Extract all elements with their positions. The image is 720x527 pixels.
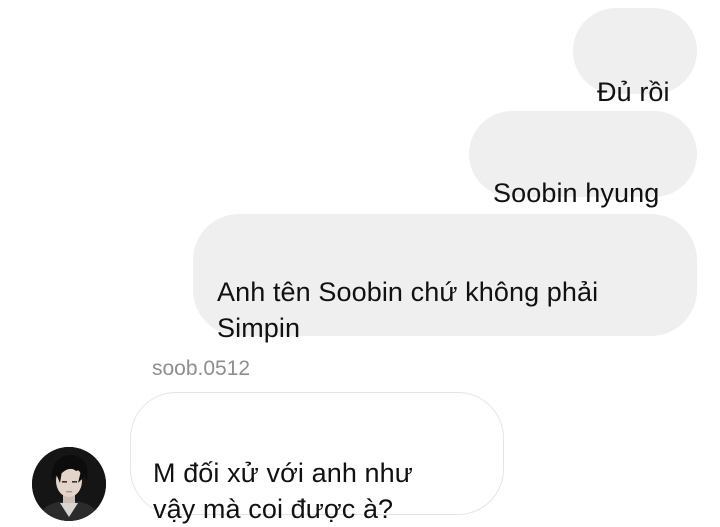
sent-message-bubble[interactable]: Đủ rồi	[573, 8, 697, 107]
sent-message-bubble[interactable]: Anh tên Soobin chứ không phải Simpin	[193, 214, 697, 343]
message-text: M đối xử với anh như vậy mà coi được à?	[153, 458, 413, 524]
sender-avatar[interactable]	[32, 447, 106, 521]
received-message-bubble[interactable]: M đối xử với anh như vậy mà coi được à?	[130, 392, 504, 524]
avatar-photo-icon	[32, 447, 106, 521]
sent-message-bubble[interactable]: Soobin hyung	[469, 111, 697, 208]
message-text: Đủ rồi	[597, 77, 670, 107]
message-text: Soobin hyung	[493, 178, 660, 208]
message-text: Anh tên Soobin chứ không phải Simpin	[217, 277, 599, 343]
sender-username: soob.0512	[152, 357, 251, 380]
